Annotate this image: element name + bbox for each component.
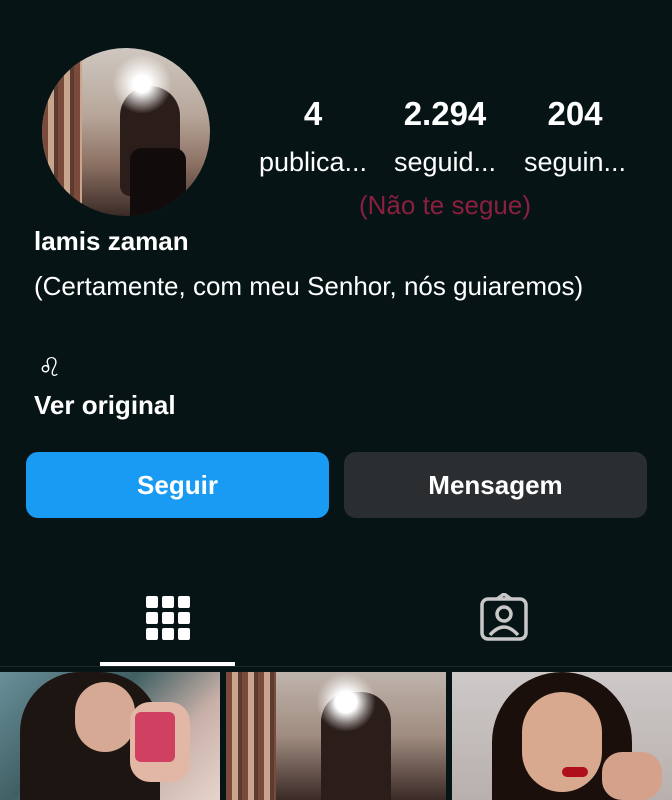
post-thumbnail-2[interactable] — [226, 672, 446, 800]
avatar-background — [42, 48, 82, 216]
tab-tagged[interactable] — [470, 590, 538, 646]
photo-background — [226, 672, 276, 800]
following-count: 204 — [547, 95, 603, 132]
photo-face — [522, 692, 602, 792]
stat-followers[interactable]: 2.294 seguid... — [380, 92, 510, 182]
profile-bio: (Certamente, com meu Senhor, nós guiarem… — [34, 271, 584, 301]
follow-button[interactable]: Seguir — [26, 452, 329, 518]
followers-label: seguid... — [393, 147, 497, 177]
tagged-person-icon — [480, 593, 528, 641]
photo-lips — [562, 767, 588, 777]
message-button[interactable]: Mensagem — [344, 452, 647, 518]
see-original-link[interactable]: Ver original — [34, 390, 176, 421]
photo-face — [75, 682, 135, 752]
tabs-divider — [0, 666, 672, 667]
grid-icon — [146, 596, 190, 640]
photo-phone — [135, 712, 175, 762]
photo-flash — [316, 672, 376, 732]
profile-avatar[interactable] — [42, 48, 210, 216]
photo-hand — [602, 752, 662, 800]
not-following-note: (Não te segue) — [359, 190, 531, 220]
post-thumbnail-1[interactable] — [0, 672, 220, 800]
stat-posts[interactable]: 4 publica... — [248, 92, 378, 182]
post-thumbnail-3[interactable] — [452, 672, 672, 800]
following-label: seguin... — [523, 147, 627, 177]
posts-label: publica... — [258, 147, 368, 177]
stat-following[interactable]: 204 seguin... — [510, 92, 640, 182]
tab-posts-grid[interactable] — [100, 578, 235, 666]
profile-name: lamis zaman — [34, 226, 189, 256]
avatar-flash — [112, 54, 172, 114]
posts-count: 4 — [303, 95, 323, 132]
zodiac-emoji: ♌︎ — [38, 352, 62, 382]
avatar-dress — [130, 148, 186, 216]
followers-count: 2.294 — [403, 95, 487, 132]
